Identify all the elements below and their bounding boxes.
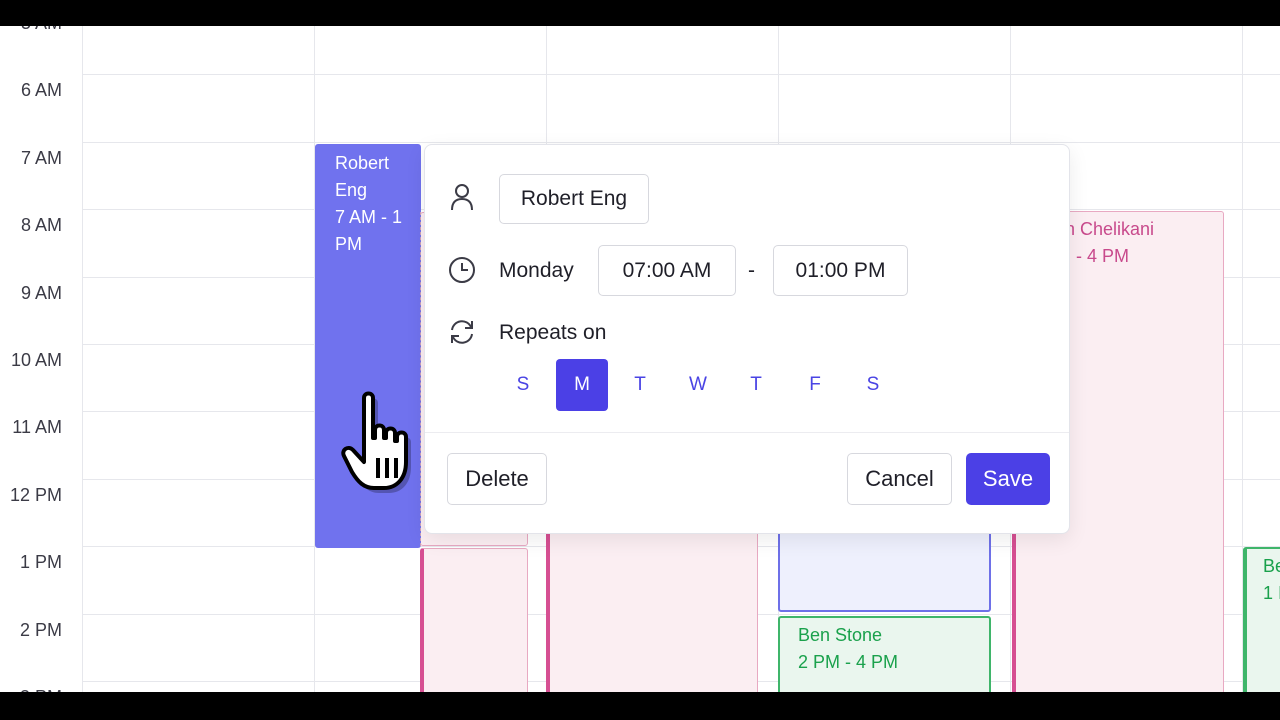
time-label: 7 AM: [20, 148, 62, 168]
day-toggle-saturday[interactable]: S: [847, 359, 899, 411]
day-toggle-thursday[interactable]: T: [730, 359, 782, 411]
person-field[interactable]: Robert Eng: [499, 174, 649, 224]
time-label: 2 PM: [19, 620, 62, 640]
day-label: Monday: [499, 259, 574, 282]
time-label: 12 PM: [9, 485, 62, 505]
event-time: 7 AM - 1 PM: [335, 207, 403, 254]
time-label: 6 AM: [20, 80, 62, 100]
popup-divider: [425, 432, 1069, 433]
grid-line: [82, 74, 1280, 75]
time-label-partial: 5 AM: [0, 26, 62, 34]
day-toggle-monday[interactable]: M: [556, 359, 608, 411]
event-name: Ben Stone: [798, 625, 883, 645]
calendar-event[interactable]: [420, 548, 528, 692]
event-time: 2 PM - 4 PM: [798, 652, 899, 672]
clock-icon: [449, 257, 475, 283]
repeat-icon: [451, 320, 473, 344]
event-time: 1 I: [1263, 583, 1280, 603]
event-name: Be: [1263, 556, 1280, 576]
event-name: ith Chelikani: [1056, 219, 1155, 239]
time-label: 10 AM: [10, 350, 62, 370]
time-label-partial-bottom: 3 PM: [0, 686, 62, 692]
calendar-event-partial[interactable]: Be 1 I: [1243, 547, 1280, 692]
start-time-field[interactable]: 07:00 AM: [598, 245, 736, 296]
time-label: 11 AM: [12, 417, 62, 437]
person-icon: [451, 184, 473, 211]
time-label: 8 AM: [20, 215, 62, 235]
grid-line: [82, 142, 1280, 143]
calendar-viewport: 5 AM 6 AM 7 AM 8 AM 9 AM 10 AM 11 AM 12 …: [0, 26, 1280, 692]
hand-cursor-icon: [341, 391, 411, 493]
time-label: 9 AM: [20, 283, 62, 303]
time-label: 1 PM: [19, 552, 62, 572]
repeats-label: Repeats on: [499, 321, 607, 344]
calendar-event-ben-stone[interactable]: Ben Stone 2 PM - 4 PM: [778, 616, 991, 692]
day-toggle-sunday[interactable]: S: [497, 359, 549, 411]
save-button[interactable]: Save: [966, 453, 1050, 505]
event-editor-popup: Robert Eng Monday 07:00 AM - 01:00 PM Re…: [424, 144, 1070, 534]
event-name: Robert Eng: [335, 153, 390, 200]
day-toggle-wednesday[interactable]: W: [672, 359, 724, 411]
calendar-event[interactable]: [546, 516, 758, 692]
time-separator: -: [748, 259, 755, 282]
end-time-field[interactable]: 01:00 PM: [773, 245, 908, 296]
day-toggle-friday[interactable]: F: [789, 359, 841, 411]
grid-column-line: [82, 26, 83, 692]
cancel-button[interactable]: Cancel: [847, 453, 952, 505]
day-toggle-tuesday[interactable]: T: [614, 359, 666, 411]
delete-button[interactable]: Delete: [447, 453, 547, 505]
